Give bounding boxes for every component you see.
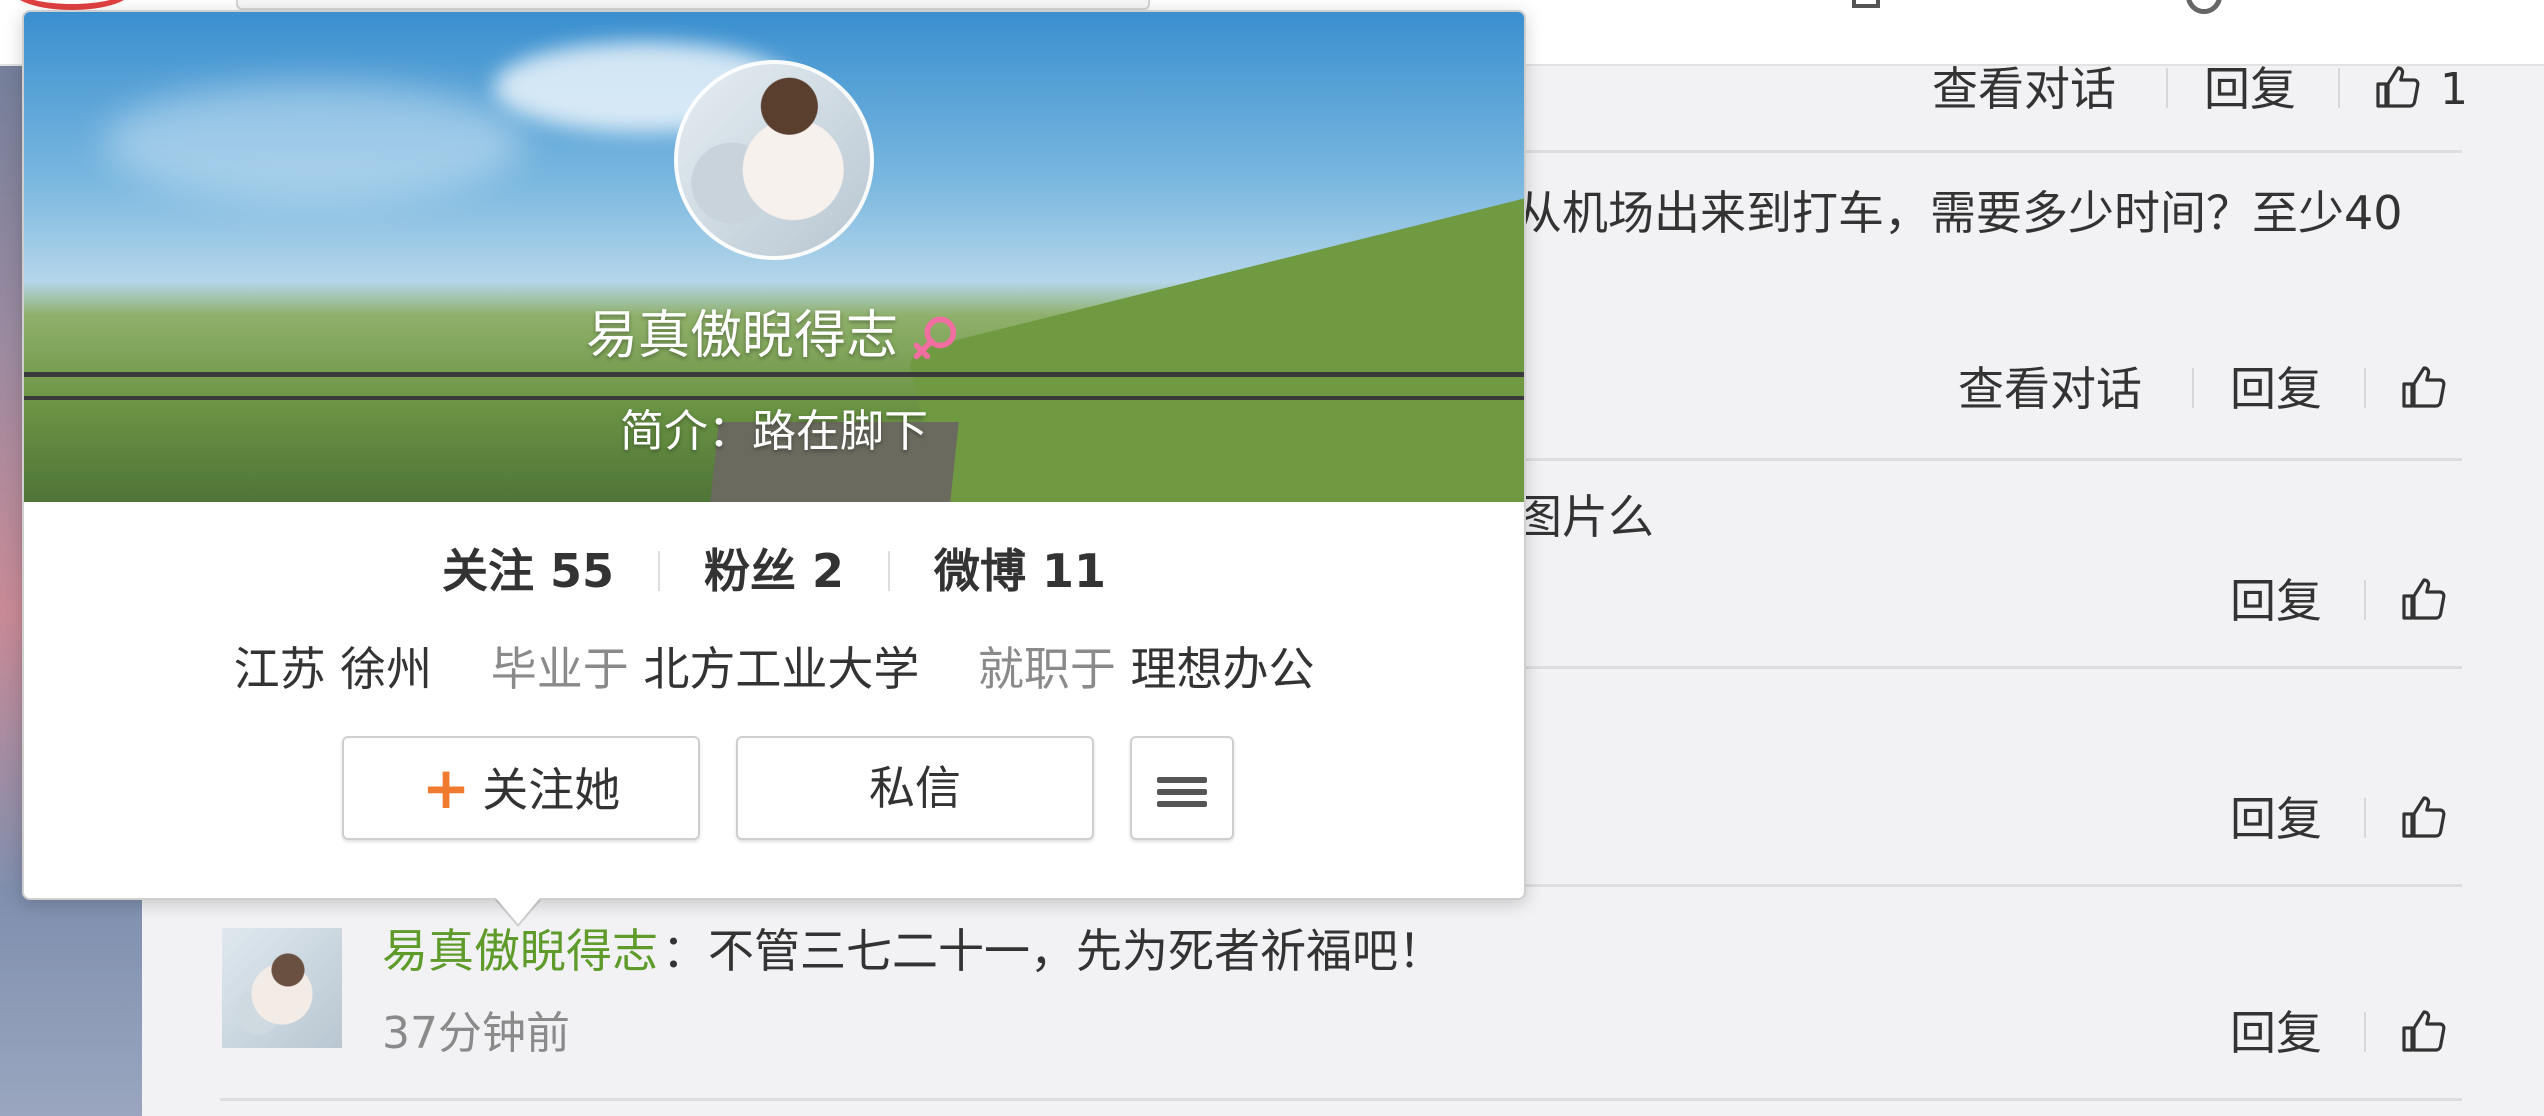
profile-bio: 简介：路在脚下	[620, 406, 928, 457]
profile-location: 江苏 徐州	[233, 642, 433, 696]
reply-link[interactable]: 回复	[2230, 366, 2322, 412]
comment-text: ：不管三七二十一，先为死者祈福吧！	[662, 924, 1444, 978]
like-icon[interactable]	[2400, 364, 2448, 412]
stat-followers[interactable]: 粉丝 2	[660, 548, 888, 594]
comment-author-link[interactable]: 易真傲睨得志	[382, 924, 658, 979]
search-input[interactable]	[236, 0, 1150, 10]
comment-text-fragment: 从机场出来到打车，需要多少时间？至少40	[1516, 186, 2403, 240]
cover-cloud	[104, 82, 524, 202]
settings-icon[interactable]	[2186, 0, 2222, 14]
stat-label: 关注	[441, 544, 534, 598]
action-separator	[2364, 1012, 2366, 1052]
reply-link[interactable]: 回复	[2230, 578, 2322, 624]
nav-icon[interactable]	[1852, 0, 1880, 8]
comment-text-fragment: 图片么	[1516, 490, 1654, 544]
profile-name[interactable]: 易真傲睨得志	[586, 306, 898, 366]
view-conversation-link[interactable]: 查看对话	[1958, 366, 2142, 412]
employed-label: 就职于	[977, 642, 1116, 696]
profile-avatar[interactable]	[674, 60, 874, 260]
card-pointer	[496, 898, 540, 924]
message-button-label: 私信	[869, 761, 961, 815]
follow-button-label: 关注她	[482, 763, 621, 817]
like-icon[interactable]	[2400, 794, 2448, 842]
cover-fence	[24, 372, 1524, 388]
reply-link[interactable]: 回复	[2230, 796, 2322, 842]
action-separator	[2192, 368, 2194, 408]
weibo-logo-icon[interactable]	[12, 0, 132, 10]
menu-icon	[1157, 771, 1207, 813]
comment-divider	[220, 1098, 2462, 1101]
stat-label: 微博	[934, 544, 1027, 598]
reply-link[interactable]: 回复	[2204, 66, 2296, 112]
stat-value: 11	[1042, 544, 1107, 598]
profile-cover-image: 易真傲睨得志 简介：路在脚下	[24, 12, 1524, 502]
user-profile-card: 易真傲睨得志 简介：路在脚下 关注 55 粉丝 2 微博 11 江苏 徐州 毕业于 …	[22, 10, 1526, 900]
stat-value: 2	[812, 544, 845, 598]
action-separator	[2338, 68, 2340, 108]
cover-fence	[24, 396, 1524, 402]
profile-school: 北方工业大学	[643, 642, 920, 696]
profile-stats: 关注 55 粉丝 2 微博 11	[24, 548, 1524, 608]
avatar[interactable]	[222, 928, 342, 1048]
action-separator	[2364, 798, 2366, 838]
stat-label: 粉丝	[703, 544, 796, 598]
stat-value: 55	[549, 544, 614, 598]
stat-posts[interactable]: 微博 11	[890, 548, 1150, 594]
action-separator	[2364, 368, 2366, 408]
follow-button[interactable]: + 关注她	[342, 736, 700, 840]
comment-timestamp: 37分钟前	[382, 1008, 570, 1059]
message-button[interactable]: 私信	[736, 736, 1094, 840]
plus-icon: +	[421, 754, 471, 822]
profile-company: 理想办公	[1130, 642, 1315, 696]
more-menu-button[interactable]	[1130, 736, 1234, 840]
reply-link[interactable]: 回复	[2230, 1010, 2322, 1056]
female-gender-icon	[910, 313, 962, 365]
like-icon[interactable]	[2400, 1008, 2448, 1056]
action-separator	[2364, 580, 2366, 620]
action-separator	[2166, 68, 2168, 108]
like-icon[interactable]	[2400, 576, 2448, 624]
stat-following[interactable]: 关注 55	[398, 548, 658, 594]
profile-name-row: 易真傲睨得志	[24, 310, 1524, 365]
graduated-label: 毕业于	[490, 642, 629, 696]
view-conversation-link[interactable]: 查看对话	[1932, 66, 2116, 112]
like-icon[interactable]	[2374, 64, 2422, 112]
like-count: 1	[2440, 64, 2468, 115]
profile-info: 江苏 徐州 毕业于 北方工业大学 就职于 理想办公	[24, 642, 1524, 697]
